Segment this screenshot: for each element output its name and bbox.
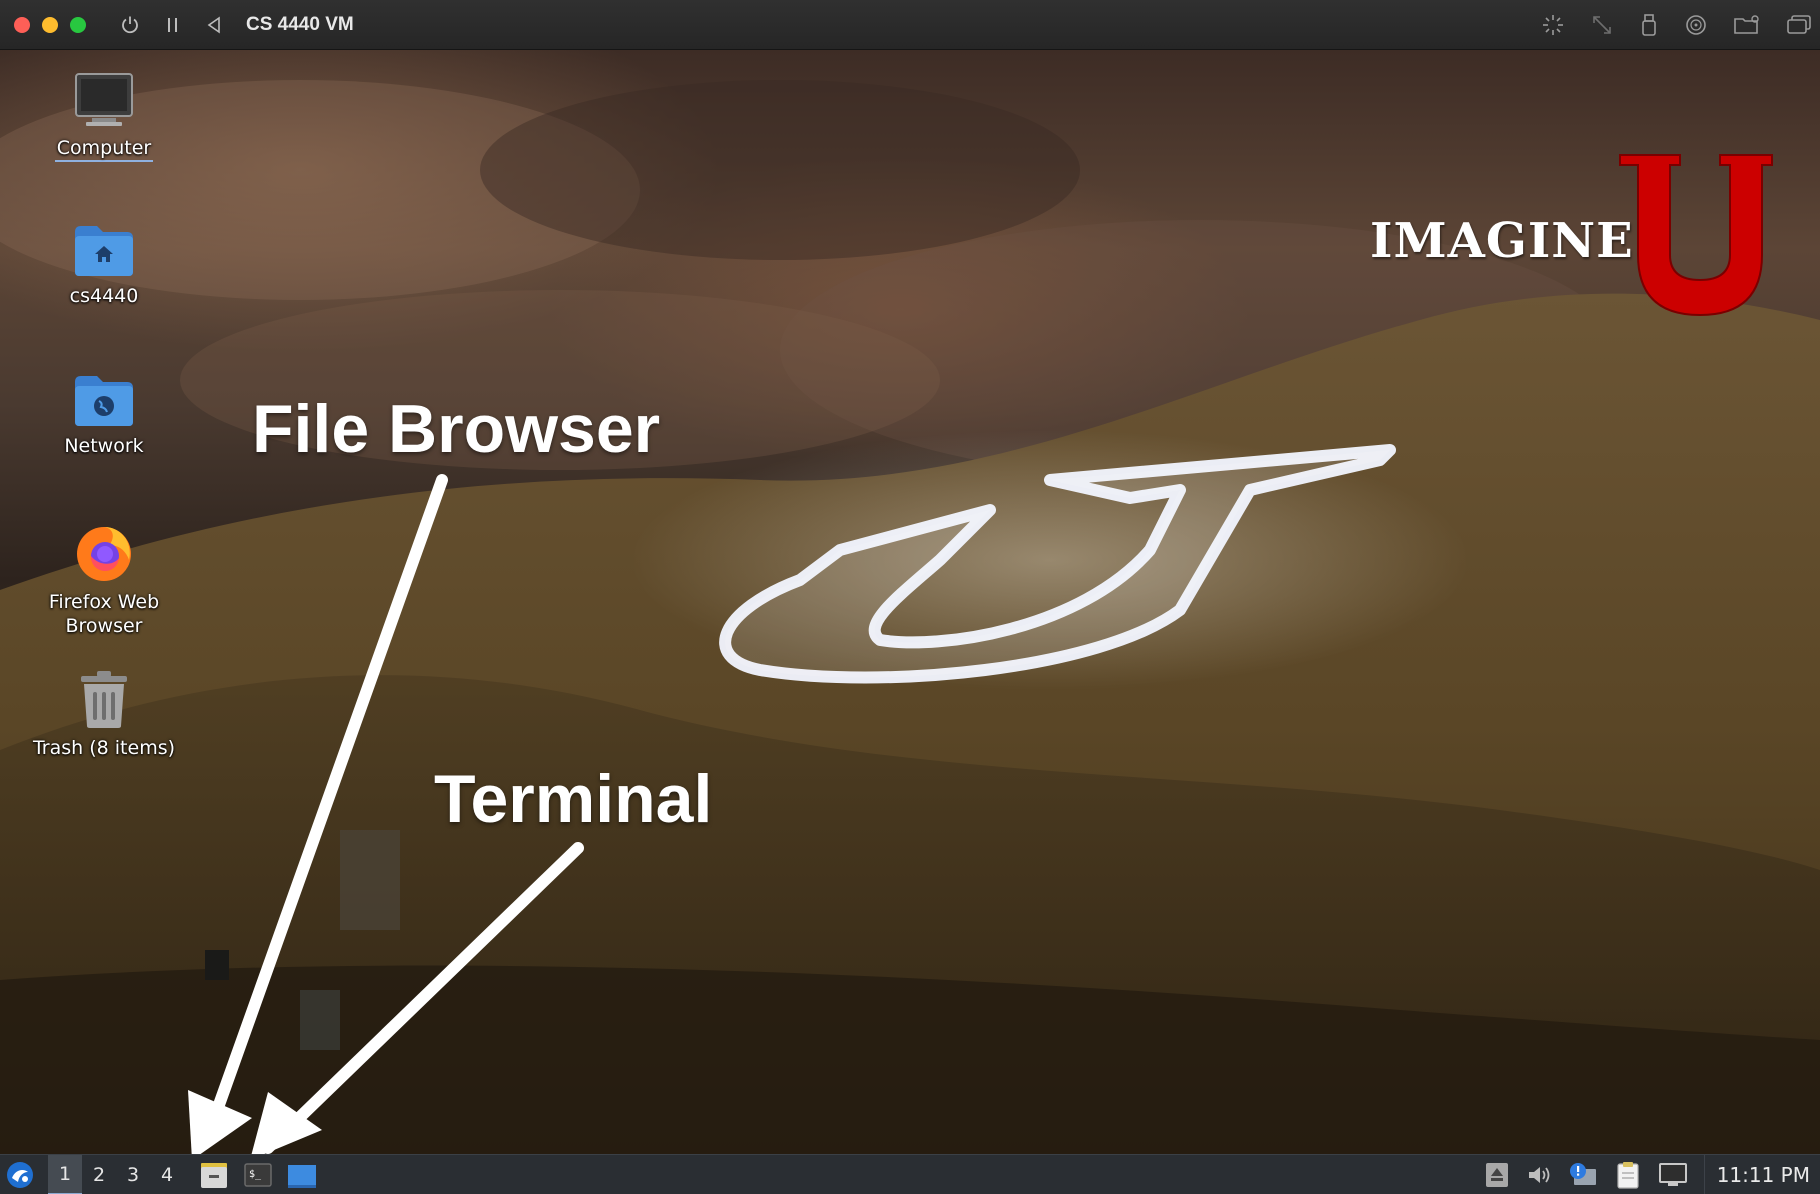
workspace-switcher: 1 2 3 4: [48, 1154, 184, 1194]
eject-tray-button[interactable]: [1484, 1161, 1510, 1189]
show-desktop-icon: [288, 1164, 316, 1188]
terminal-icon: $_: [244, 1162, 272, 1187]
trash-icon: [81, 671, 127, 728]
network-folder-icon: [75, 376, 133, 426]
show-desktop-launcher[interactable]: [286, 1159, 318, 1191]
terminal-launcher[interactable]: $_: [242, 1159, 274, 1191]
annotation-terminal: Terminal: [434, 761, 713, 837]
start-menu-button[interactable]: [0, 1155, 40, 1194]
computer-icon: [75, 73, 133, 126]
taskbar: 1 2 3 4 $_ 11:11 PM: [0, 1154, 1820, 1194]
maximize-button[interactable]: [70, 16, 86, 33]
desktop-icon-network[interactable]: Network: [19, 372, 189, 458]
desktop: Computer cs4440 Network Firefox Web Brow…: [0, 50, 1820, 1154]
resize-icon[interactable]: [1590, 13, 1614, 37]
workspace-1[interactable]: 1: [48, 1154, 82, 1194]
volume-icon: [1528, 1167, 1550, 1183]
desktop-icon-computer[interactable]: Computer: [19, 72, 189, 162]
workspace-4[interactable]: 4: [150, 1155, 184, 1194]
back-icon[interactable]: [206, 15, 222, 34]
file-manager-launcher[interactable]: [198, 1159, 230, 1191]
brightness-icon[interactable]: [1541, 13, 1565, 37]
desktop-icon-firefox[interactable]: Firefox Web Browser: [19, 520, 189, 638]
notification-tray-button[interactable]: [1568, 1161, 1598, 1189]
desktop-icon-label: Network: [64, 435, 144, 457]
desktop-icon-label: cs4440: [69, 285, 139, 307]
logo-text: IMAGINE: [1370, 213, 1634, 269]
desktop-icon-trash[interactable]: Trash (8 items): [19, 670, 189, 760]
lubuntu-logo-icon: [7, 1161, 33, 1188]
close-button[interactable]: [14, 16, 30, 33]
home-folder-icon: [75, 226, 133, 276]
usb-icon[interactable]: [1639, 13, 1659, 37]
annotation-file-browser: File Browser: [252, 391, 661, 467]
disk-icon[interactable]: [1684, 13, 1708, 37]
clock[interactable]: 11:11 PM: [1703, 1155, 1820, 1194]
notification-icon: [1569, 1163, 1596, 1185]
desktop-icon-label: Trash (8 items): [32, 737, 176, 759]
desktop-icon-label: Firefox Web Browser: [48, 591, 160, 637]
vm-titlebar: CS 4440 VM: [0, 0, 1820, 50]
workspace-3[interactable]: 3: [116, 1155, 150, 1194]
shared-folder-icon[interactable]: [1733, 13, 1761, 37]
desktop-icon-home[interactable]: cs4440: [19, 222, 189, 308]
firefox-icon: [77, 527, 131, 581]
vm-title: CS 4440 VM: [246, 13, 354, 35]
pause-icon[interactable]: [166, 16, 180, 34]
system-tray: 11:11 PM: [1484, 1155, 1820, 1194]
workspace-2[interactable]: 2: [82, 1155, 116, 1194]
display-tray-button[interactable]: [1658, 1161, 1688, 1189]
window-controls: [14, 16, 86, 33]
file-manager-icon: [201, 1162, 227, 1188]
display-icon: [1658, 1163, 1687, 1186]
minimize-button[interactable]: [42, 16, 58, 33]
desktop-icon-label: Computer: [54, 136, 154, 162]
volume-tray-button[interactable]: [1526, 1163, 1552, 1187]
clipboard-icon: [1617, 1162, 1639, 1189]
quick-launch: $_: [198, 1159, 318, 1191]
clipboard-tray-button[interactable]: [1614, 1160, 1642, 1190]
window-icon[interactable]: [1786, 13, 1812, 37]
power-icon[interactable]: [120, 15, 140, 35]
svg-text:$_: $_: [249, 1169, 262, 1180]
eject-icon: [1485, 1163, 1508, 1187]
